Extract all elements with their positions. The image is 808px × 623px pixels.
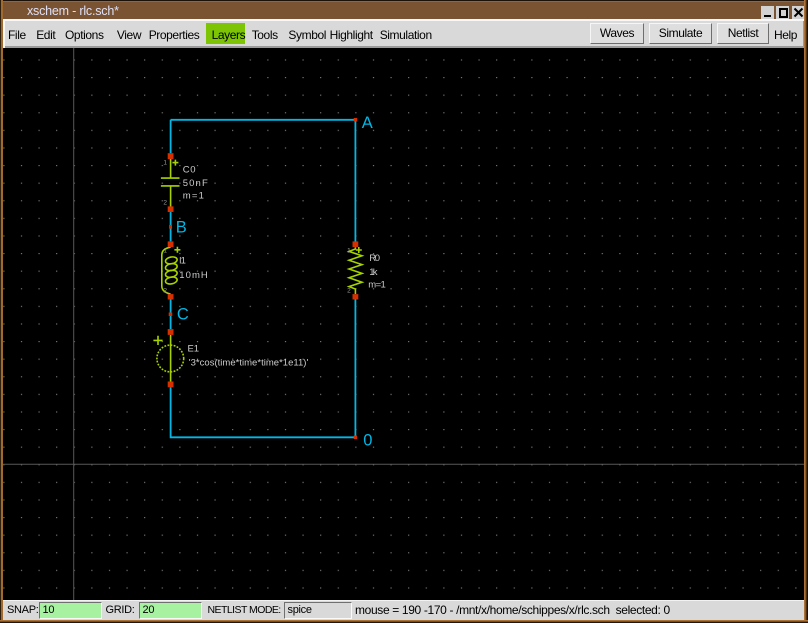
svg-text:1: 1 [163,248,167,255]
svg-text:C: C [177,305,189,323]
svg-text:E1: E1 [188,343,200,354]
svg-text:C0: C0 [183,165,196,176]
svg-text:0: 0 [363,431,372,449]
svg-text:1k: 1k [369,267,378,278]
svg-text:'3*cos(time*time*time*1e11)': '3*cos(time*time*time*1e11)' [189,358,309,369]
svg-text:m=1: m=1 [183,190,204,201]
svg-text:2: 2 [163,200,167,207]
svg-text:B: B [176,219,187,237]
svg-text:10mH: 10mH [179,270,208,281]
svg-text:1: 1 [347,248,351,255]
svg-text:m=1: m=1 [368,279,386,290]
svg-text:R0: R0 [369,253,380,264]
svg-text:1: 1 [163,160,167,167]
svg-text:2: 2 [347,288,351,295]
svg-text:2: 2 [163,288,167,295]
svg-text:l1: l1 [179,255,186,266]
svg-text:A: A [362,114,373,132]
svg-text:50nF: 50nF [183,178,208,189]
